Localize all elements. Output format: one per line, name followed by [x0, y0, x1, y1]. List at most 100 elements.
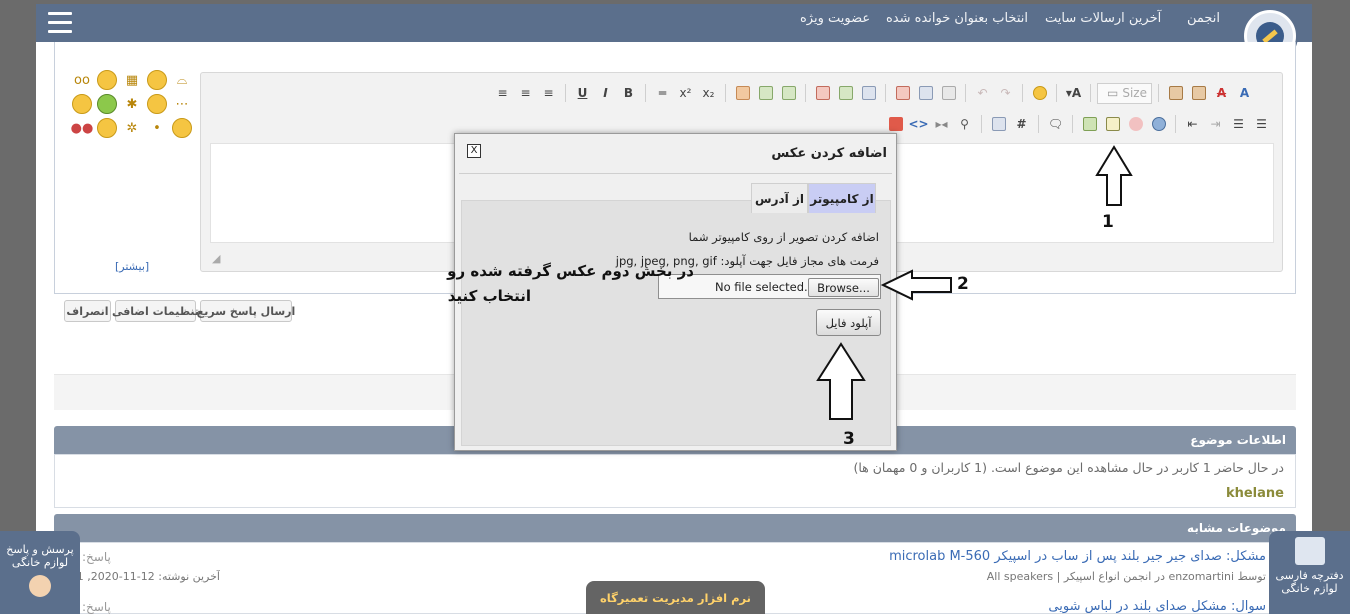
- similar-topics-header: موضوعات مشابه: [54, 514, 1296, 542]
- dialog-title: اضافه کردن عکس: [771, 146, 887, 161]
- link-icon[interactable]: [1148, 114, 1169, 135]
- align-right-icon[interactable]: ≡: [538, 83, 559, 104]
- qa-widget-line1: پرسش و پاسخ: [6, 543, 74, 556]
- smiley-eyes-icon[interactable]: oo: [72, 70, 92, 90]
- bold-icon[interactable]: B: [618, 83, 639, 104]
- arrow-up-annotation-1: [1095, 145, 1133, 206]
- superscript-icon[interactable]: x²: [675, 83, 696, 104]
- tab-from-computer[interactable]: از کامپیوتر: [808, 183, 876, 213]
- table-merge-icon[interactable]: [812, 83, 833, 104]
- smiley-laugh-icon[interactable]: [97, 118, 117, 138]
- indent-icon[interactable]: ⇥: [1205, 114, 1226, 135]
- redo-icon[interactable]: ↷: [995, 83, 1016, 104]
- nav-link-latest-posts[interactable]: آخرین ارسالات سایت: [1045, 11, 1161, 26]
- cancel-button[interactable]: انصراف: [64, 300, 111, 322]
- numbered-list-icon[interactable]: ☰: [1251, 114, 1272, 135]
- repair-software-button[interactable]: نرم افزار مدیریت تعمیرگاه: [586, 581, 765, 614]
- smiley-insert-icon[interactable]: [1029, 83, 1050, 104]
- quote-icon[interactable]: 🗨: [1045, 114, 1066, 135]
- quote-block-icon[interactable]: ▸◂: [931, 114, 952, 135]
- remove-format-icon[interactable]: A: [1211, 83, 1232, 104]
- italic-icon[interactable]: I: [595, 83, 616, 104]
- similar-topic-meta: توسط enzomartini در انجمن انواع اسپیکر |…: [986, 570, 1266, 583]
- viewer-username[interactable]: khelane: [1226, 486, 1284, 501]
- close-icon[interactable]: X: [467, 144, 481, 158]
- paste-icon[interactable]: [1165, 83, 1186, 104]
- email-link-icon[interactable]: [1125, 114, 1146, 135]
- undo-icon[interactable]: ↶: [972, 83, 993, 104]
- similar-row-1-title-clip: مشکل: صدای جیر جیر بلند پس از ساب در اسپ…: [0, 549, 1266, 567]
- insert-image-icon[interactable]: [1102, 114, 1123, 135]
- book-icon: [1294, 537, 1325, 565]
- similar-topic-link-2[interactable]: سوال: مشکل صدای بلند در لباس شویی: [1048, 599, 1266, 614]
- smiley-sad-icon[interactable]: [147, 70, 167, 90]
- manual-widget[interactable]: دفترچه فارسی لوازم خانگی: [1269, 531, 1350, 614]
- viewers-text: در حال حاضر 1 کاربر در حال مشاهده این مو…: [853, 460, 1285, 475]
- code-icon[interactable]: <>: [908, 114, 929, 135]
- text-direction-icon[interactable]: A: [1234, 83, 1255, 104]
- step-2-label: 2: [957, 274, 969, 294]
- align-left-icon[interactable]: ≡: [492, 83, 513, 104]
- smiley-cool-icon[interactable]: [72, 94, 92, 114]
- align-center-icon[interactable]: ≡: [515, 83, 536, 104]
- more-smilies-link[interactable]: [بیشتر]: [115, 260, 149, 273]
- instruction-line-2: انتخاب کنید: [447, 287, 531, 305]
- smiley-dance-icon[interactable]: ✱: [122, 94, 142, 114]
- table-column-icon[interactable]: [778, 83, 799, 104]
- table-split-icon[interactable]: [835, 83, 856, 104]
- resize-handle-icon[interactable]: ◢: [212, 252, 220, 265]
- step-3-label: 3: [843, 429, 855, 449]
- nav-link-premium[interactable]: عضویت ویژه: [800, 11, 870, 26]
- font-size-select[interactable]: ▭ Size: [1097, 82, 1152, 104]
- menu-icon[interactable]: [48, 12, 72, 34]
- tab-from-url[interactable]: از آدرس: [751, 183, 808, 213]
- similar-last-post: آخرین نوشته: 12-11-2020, 01: [80, 570, 220, 583]
- smiley-alien-icon[interactable]: [97, 94, 117, 114]
- bullet-list-icon[interactable]: ☰: [1228, 114, 1249, 135]
- step-1-label: 1: [1102, 212, 1114, 232]
- quick-reply-button[interactable]: ارسال پاسخ سریع: [197, 300, 295, 322]
- similar-last-post-clip: آخرین نوشته: 12-11-2020, 01: [80, 570, 220, 584]
- smiley-sleep-icon[interactable]: ⌓: [172, 70, 192, 90]
- smiley-dots-icon[interactable]: ⋯: [172, 94, 192, 114]
- advanced-settings-button[interactable]: تنظیمات اضافی: [112, 300, 199, 322]
- smiley-think-icon[interactable]: [97, 70, 117, 90]
- file-status-text: No file selected.: [715, 280, 808, 294]
- smiley-angry-icon[interactable]: [147, 94, 167, 114]
- similar-topic-link[interactable]: مشکل: صدای جیر جیر بلند پس از ساب در اسپ…: [889, 549, 1266, 564]
- qa-widget[interactable]: پرسش و پاسخ لوازم خانگی: [0, 531, 80, 614]
- paste-word-icon[interactable]: [1188, 83, 1209, 104]
- editor-toolbar-row-1: ≡ ≡ ≡ U I B ═ x² x₂ ↶ ↷ ▾A ▭ Size A A: [492, 82, 1255, 104]
- upload-description: اضافه کردن تصویر از روی کامپیوتر شما: [688, 230, 879, 244]
- attachment-icon[interactable]: [988, 114, 1009, 135]
- table-cell-icon[interactable]: [915, 83, 936, 104]
- similar-replies-label: پاسخ:: [82, 550, 111, 564]
- outdent-icon[interactable]: ⇤: [1182, 114, 1203, 135]
- browse-button[interactable]: Browse...: [808, 278, 879, 297]
- underline-icon[interactable]: U: [572, 83, 593, 104]
- horizontal-rule-icon[interactable]: ═: [652, 83, 673, 104]
- subscript-icon[interactable]: x₂: [698, 83, 719, 104]
- smiley-sign-icon[interactable]: ▦: [122, 70, 142, 90]
- table-insert-icon[interactable]: [732, 83, 753, 104]
- table-row-icon[interactable]: [755, 83, 776, 104]
- manual-widget-line1: دفترچه فارسی: [1275, 569, 1344, 582]
- smiley-party-icon[interactable]: ✲: [122, 118, 142, 138]
- upload-file-button[interactable]: آپلود فایل: [816, 309, 881, 336]
- spoiler-icon[interactable]: ⚲: [954, 114, 975, 135]
- smiley-kiss-icon[interactable]: ●●: [71, 118, 94, 138]
- table-props-icon[interactable]: [858, 83, 879, 104]
- font-color-icon[interactable]: ▾A: [1063, 83, 1084, 104]
- table-border-icon[interactable]: [938, 83, 959, 104]
- gallery-icon[interactable]: [1079, 114, 1100, 135]
- smiley-wave-icon[interactable]: [172, 118, 192, 138]
- editor-toolbar-row-2: <> ▸◂ ⚲ # 🗨 ⇤ ⇥ ☰ ☰: [885, 113, 1272, 135]
- smiley-tiny-icon[interactable]: •: [147, 118, 167, 138]
- table-delete-icon[interactable]: [892, 83, 913, 104]
- support-avatar-icon: [29, 575, 51, 597]
- qa-widget-line2: لوازم خانگی: [11, 556, 69, 569]
- nav-link-forum[interactable]: انجمن: [1187, 11, 1220, 26]
- nav-link-mark-read[interactable]: انتخاب بعنوان خوانده شده: [886, 11, 1028, 26]
- hashtag-icon[interactable]: #: [1011, 114, 1032, 135]
- video-icon[interactable]: [885, 114, 906, 135]
